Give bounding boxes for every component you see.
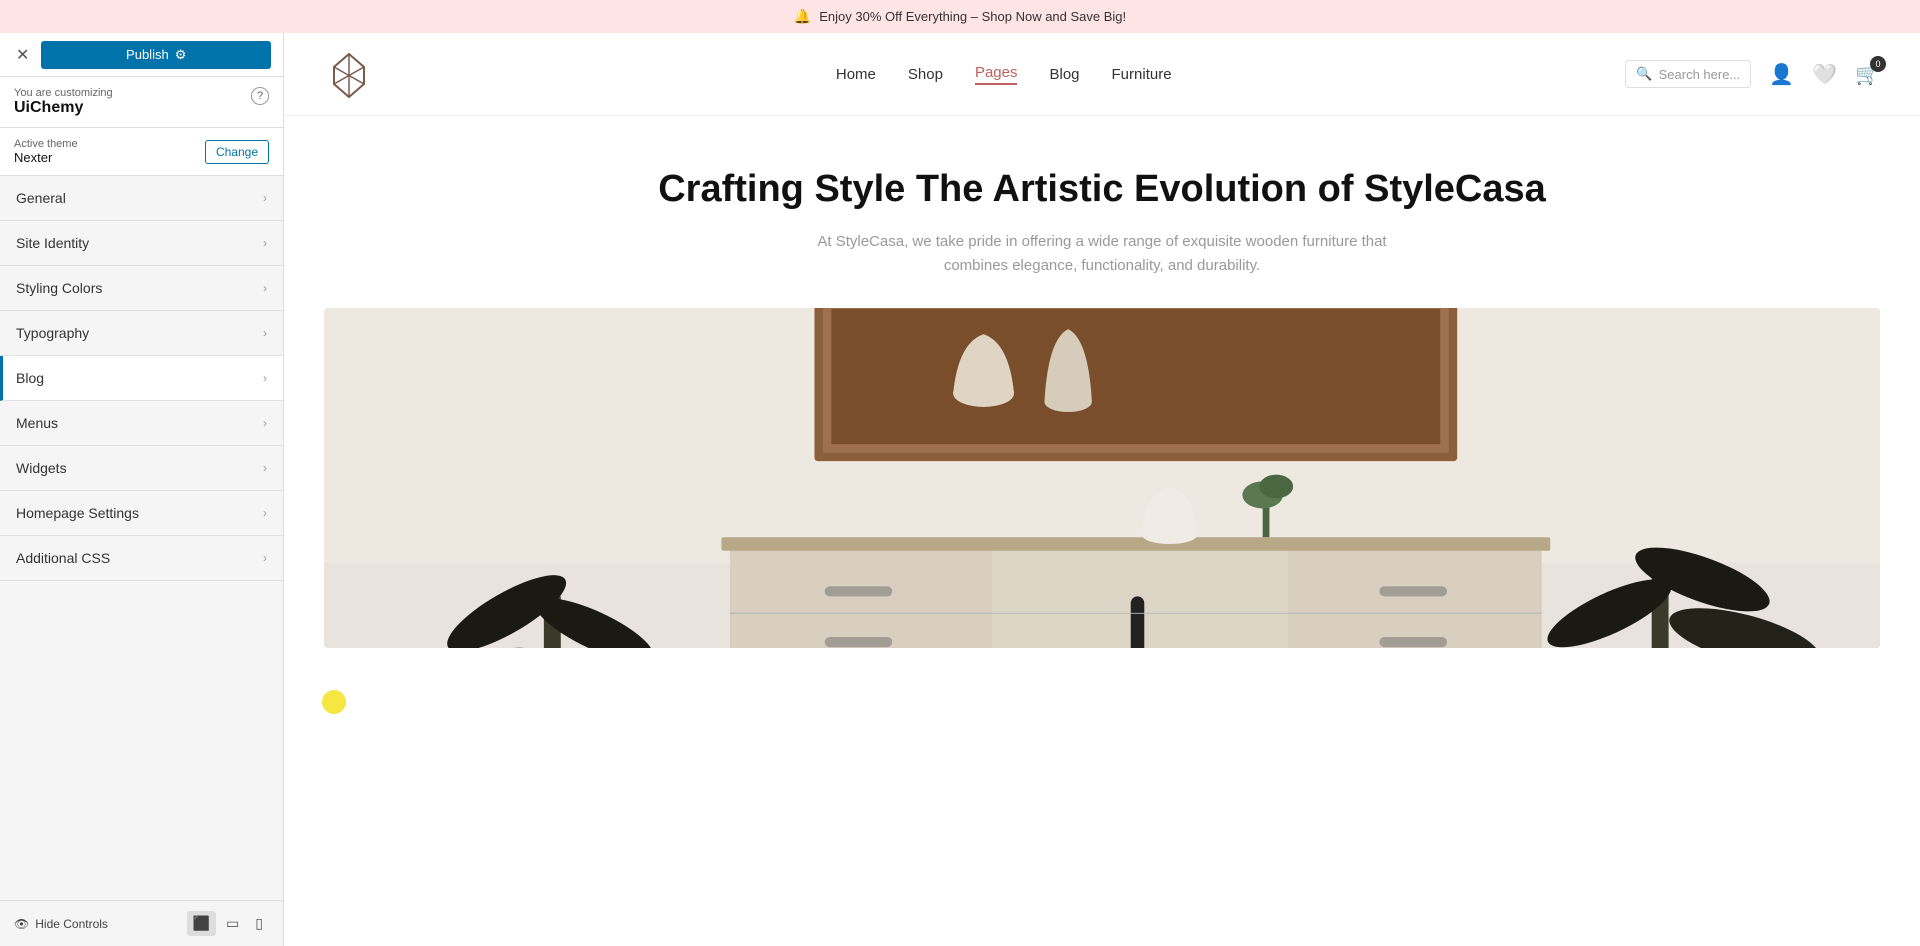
- customizing-info: You are customizing UiChemy ?: [0, 77, 283, 128]
- sidebar-item-label: Widgets: [16, 460, 67, 476]
- sidebar-item-label: General: [16, 190, 66, 206]
- desktop-icon: ⬛: [193, 915, 210, 931]
- desktop-view-button[interactable]: ⬛: [187, 911, 216, 936]
- tablet-icon: ▭: [226, 915, 239, 931]
- cart-area[interactable]: 🛒 0: [1855, 62, 1880, 87]
- view-buttons: ⬛ ▭ ▯: [187, 911, 269, 936]
- site-header: Home Shop Pages Blog Furniture 🔍 Search here…: [284, 33, 1920, 116]
- change-theme-button[interactable]: Change: [205, 140, 269, 164]
- chevron-right-icon: ›: [263, 236, 267, 250]
- hide-controls-label: Hide Controls: [35, 917, 108, 931]
- site-nav: Home Shop Pages Blog Furniture: [836, 64, 1172, 85]
- sidebar-item-widgets[interactable]: Widgets ›: [0, 446, 283, 491]
- sidebar-item-additional-css[interactable]: Additional CSS ›: [0, 536, 283, 581]
- sidebar-item-label: Blog: [16, 370, 44, 386]
- tablet-view-button[interactable]: ▭: [220, 911, 245, 936]
- header-actions: 🔍 Search here... 👤 🤍 🛒 0: [1625, 60, 1880, 88]
- close-button[interactable]: ✕: [12, 41, 33, 69]
- nav-item-pages[interactable]: Pages: [975, 64, 1018, 85]
- hero-section: Crafting Style The Artistic Evolution of…: [284, 116, 1920, 308]
- sidebar-item-typography[interactable]: Typography ›: [0, 311, 283, 356]
- active-theme: Active theme Nexter Change: [0, 128, 283, 176]
- user-icon[interactable]: 👤: [1769, 62, 1794, 87]
- sidebar-item-homepage-settings[interactable]: Homepage Settings ›: [0, 491, 283, 536]
- nav-item-furniture[interactable]: Furniture: [1112, 66, 1172, 83]
- chevron-right-icon: ›: [263, 191, 267, 205]
- chevron-right-icon: ›: [263, 281, 267, 295]
- announcement-text: Enjoy 30% Off Everything – Shop Now and …: [819, 9, 1126, 24]
- chevron-right-icon: ›: [263, 326, 267, 340]
- chevron-right-icon: ›: [263, 461, 267, 475]
- sidebar-item-label: Homepage Settings: [16, 505, 139, 521]
- sidebar-item-styling-colors[interactable]: Styling Colors ›: [0, 266, 283, 311]
- sidebar-item-general[interactable]: General ›: [0, 176, 283, 221]
- customizer-sidebar: ✕ Publish ⚙ You are customizing UiChemy …: [0, 33, 284, 946]
- logo-icon: [324, 49, 374, 99]
- sidebar-item-label: Additional CSS: [16, 550, 110, 566]
- mobile-icon: ▯: [255, 915, 263, 931]
- nav-item-home[interactable]: Home: [836, 66, 876, 83]
- eye-icon: 👁: [14, 917, 29, 931]
- hero-image: [324, 308, 1880, 648]
- active-theme-label: Active theme: [14, 138, 78, 150]
- customizing-label: You are customizing: [14, 87, 113, 99]
- publish-gear-icon: ⚙: [175, 47, 187, 63]
- preview-area: Home Shop Pages Blog Furniture 🔍 Search here…: [284, 33, 1920, 946]
- hero-title: Crafting Style The Artistic Evolution of…: [304, 166, 1900, 214]
- help-icon[interactable]: ?: [251, 87, 269, 105]
- cart-count: 0: [1870, 56, 1886, 72]
- chevron-right-icon: ›: [263, 416, 267, 430]
- search-box[interactable]: 🔍 Search here...: [1625, 60, 1751, 88]
- wishlist-icon[interactable]: 🤍: [1812, 62, 1837, 87]
- mobile-view-button[interactable]: ▯: [249, 911, 269, 936]
- publish-label: Publish: [126, 47, 169, 62]
- announcement-bar: 🔔 Enjoy 30% Off Everything – Shop Now an…: [0, 0, 1920, 33]
- sidebar-item-label: Styling Colors: [16, 280, 102, 296]
- hero-subtitle: At StyleCasa, we take pride in offering …: [304, 230, 1900, 278]
- sidebar-item-label: Typography: [16, 325, 89, 341]
- chevron-right-icon: ›: [263, 551, 267, 565]
- search-icon: 🔍: [1636, 66, 1652, 82]
- sidebar-item-menus[interactable]: Menus ›: [0, 401, 283, 446]
- hide-controls-button[interactable]: 👁 Hide Controls: [14, 917, 108, 931]
- logo-area: [324, 49, 382, 99]
- chevron-right-icon: ›: [263, 506, 267, 520]
- theme-name: Nexter: [14, 150, 78, 165]
- chevron-right-icon: ›: [263, 371, 267, 385]
- sidebar-item-label: Menus: [16, 415, 58, 431]
- nav-item-blog[interactable]: Blog: [1049, 66, 1079, 83]
- publish-button[interactable]: Publish ⚙: [41, 41, 271, 69]
- nav-item-shop[interactable]: Shop: [908, 66, 943, 83]
- sidebar-header: ✕ Publish ⚙: [0, 33, 283, 77]
- bell-icon: 🔔: [794, 8, 811, 25]
- sidebar-item-site-identity[interactable]: Site Identity ›: [0, 221, 283, 266]
- sidebar-nav: General›Site Identity›Styling Colors›Typ…: [0, 176, 283, 900]
- sidebar-item-blog[interactable]: Blog ›: [0, 356, 283, 401]
- site-name: UiChemy: [14, 99, 113, 117]
- sidebar-item-label: Site Identity: [16, 235, 89, 251]
- sidebar-bottom: 👁 Hide Controls ⬛ ▭ ▯: [0, 900, 283, 946]
- search-placeholder: Search here...: [1659, 67, 1741, 82]
